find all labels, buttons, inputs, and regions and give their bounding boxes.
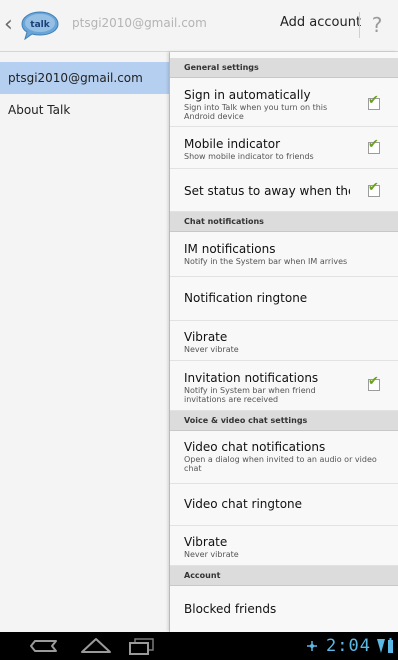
- pref-title: Set status to away when the screen is tu…: [184, 184, 350, 198]
- mobile-indicator-checkbox[interactable]: ✔: [368, 138, 380, 154]
- check-icon: ✔: [368, 93, 379, 108]
- pref-title: Blocked friends: [184, 602, 277, 616]
- pref-notification-ringtone[interactable]: Notification ringtone: [170, 277, 398, 321]
- action-bar-divider: [359, 12, 360, 38]
- pref-summary: Open a dialog when invited to an audio o…: [184, 455, 377, 473]
- system-bar: 2:04: [0, 632, 398, 660]
- pref-summary: Show mobile indicator to friends: [184, 152, 314, 161]
- pref-summary: Never vibrate: [184, 345, 239, 354]
- pref-mobile-indicator[interactable]: Mobile indicator Show mobile indicator t…: [170, 127, 398, 169]
- pref-vibrate[interactable]: Vibrate Never vibrate: [170, 321, 398, 361]
- chevron-left-icon[interactable]: ‹: [4, 14, 16, 36]
- pref-title: Invitation notifications: [184, 371, 319, 385]
- pref-summary: Notify in the System bar when IM arrives: [184, 257, 348, 266]
- action-bar: ‹ talk ptsgi2010@gmail.com Add account ?: [0, 0, 398, 52]
- pref-title: Mobile indicator: [184, 137, 280, 151]
- sidebar-item-about-talk[interactable]: About Talk: [0, 94, 169, 126]
- talk-logo[interactable]: talk: [20, 10, 60, 41]
- pref-title: IM notifications: [184, 242, 276, 256]
- pref-invitation-notifications[interactable]: Invitation notifications Notify in Syste…: [170, 361, 398, 411]
- general-settings-header: General settings: [170, 58, 398, 78]
- talk-logo-text: talk: [30, 20, 50, 30]
- check-icon: ✔: [368, 374, 379, 389]
- pref-video-chat-notifications[interactable]: Video chat notifications Open a dialog w…: [170, 431, 398, 484]
- chat-notifications-header: Chat notifications: [170, 212, 398, 232]
- pref-im-notifications[interactable]: IM notifications Notify in the System ba…: [170, 232, 398, 277]
- pref-title: Notification ringtone: [184, 291, 308, 305]
- pref-title: Vibrate: [184, 535, 228, 549]
- pref-video-chat-ringtone[interactable]: Video chat ringtone: [170, 484, 398, 526]
- pref-title: Video chat notifications: [184, 440, 326, 454]
- recent-apps-icon[interactable]: [126, 636, 158, 656]
- pref-away-status[interactable]: Set status to away when the screen is tu…: [170, 169, 398, 212]
- voice-video-settings-header: Voice & video chat settings: [170, 411, 398, 431]
- signal-battery-icon: [377, 638, 393, 653]
- pref-title: Vibrate: [184, 330, 228, 344]
- pref-title: Sign in automatically: [184, 88, 311, 102]
- pref-summary: Never vibrate: [184, 550, 239, 559]
- pref-summary: Notify in System bar when friend invitat…: [184, 386, 316, 404]
- sync-icon: [307, 641, 317, 651]
- pref-title: Video chat ringtone: [184, 497, 303, 511]
- pref-sign-in-automatically[interactable]: Sign in automatically Sign into Talk whe…: [170, 78, 398, 127]
- invitation-notifications-checkbox[interactable]: ✔: [368, 375, 380, 391]
- check-icon: ✔: [368, 180, 379, 195]
- sidebar-item-account[interactable]: ptsgi2010@gmail.com: [0, 62, 169, 94]
- away-status-checkbox[interactable]: ✔: [368, 181, 380, 197]
- sign-in-automatically-checkbox[interactable]: ✔: [368, 94, 380, 110]
- account-title: ptsgi2010@gmail.com: [72, 16, 207, 30]
- add-account-button[interactable]: Add account: [280, 15, 361, 30]
- question-mark-icon[interactable]: ?: [366, 12, 388, 38]
- account-header: Account: [170, 566, 398, 586]
- home-icon[interactable]: [78, 636, 114, 656]
- check-icon: ✔: [368, 137, 379, 152]
- accounts-pane: ptsgi2010@gmail.com About Talk: [0, 52, 170, 632]
- back-icon[interactable]: [28, 636, 60, 656]
- pref-blocked-friends[interactable]: Blocked friends: [170, 586, 398, 632]
- pref-video-vibrate[interactable]: Vibrate Never vibrate: [170, 526, 398, 566]
- status-clock: 2:04: [326, 636, 371, 656]
- pref-summary: Sign into Talk when you turn on this And…: [184, 103, 328, 121]
- settings-pane: General settings Sign in automatically S…: [170, 52, 398, 632]
